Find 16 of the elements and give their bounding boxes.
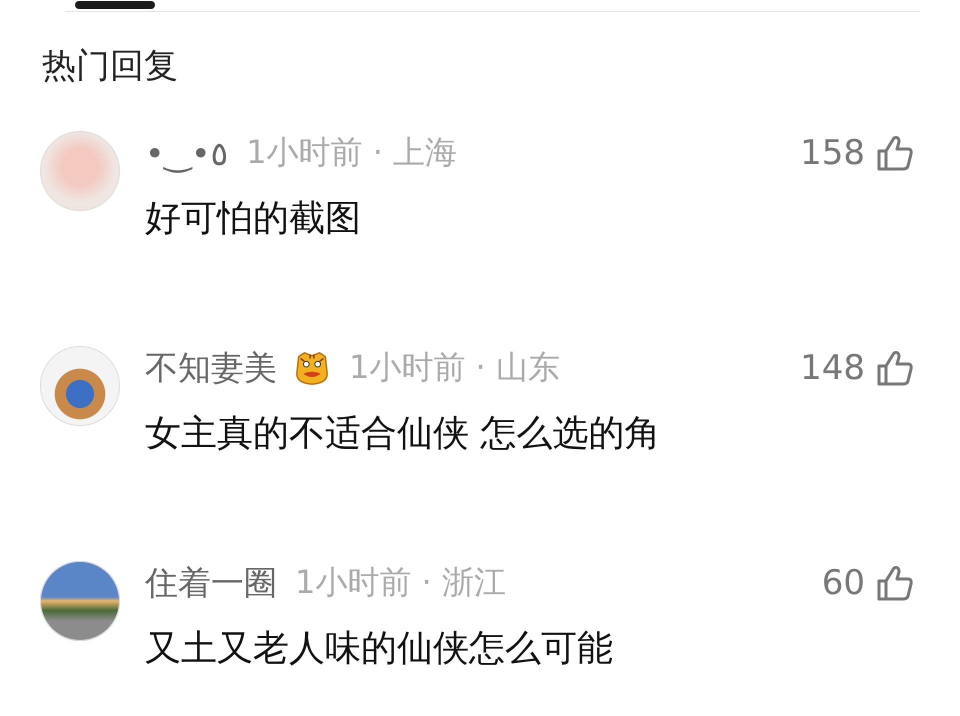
like-count: 158: [800, 133, 865, 173]
user-name[interactable]: 住着一圈: [145, 560, 277, 606]
thumbs-up-icon[interactable]: [875, 563, 915, 603]
time-location: 1小时前 · 浙江: [295, 562, 506, 603]
user-name[interactable]: 不知妻美: [145, 346, 277, 390]
like-count: 60: [822, 563, 865, 603]
comment-text: 好可怕的截图: [145, 197, 362, 241]
user-name[interactable]: •‿•٥: [145, 134, 228, 172]
time-location: 1小时前 · 上海: [246, 132, 458, 173]
thumbs-up-icon[interactable]: [875, 133, 915, 173]
like-count: 148: [800, 348, 865, 388]
comment-text: 又土又老人味的仙侠怎么可能: [145, 627, 614, 671]
section-title: 热门回复: [42, 45, 179, 88]
time-location: 1小时前 · 山东: [349, 347, 560, 388]
thumbs-up-icon[interactable]: [875, 348, 915, 388]
comment-text: 女主真的不适合仙侠 怎么选的角: [145, 412, 662, 456]
